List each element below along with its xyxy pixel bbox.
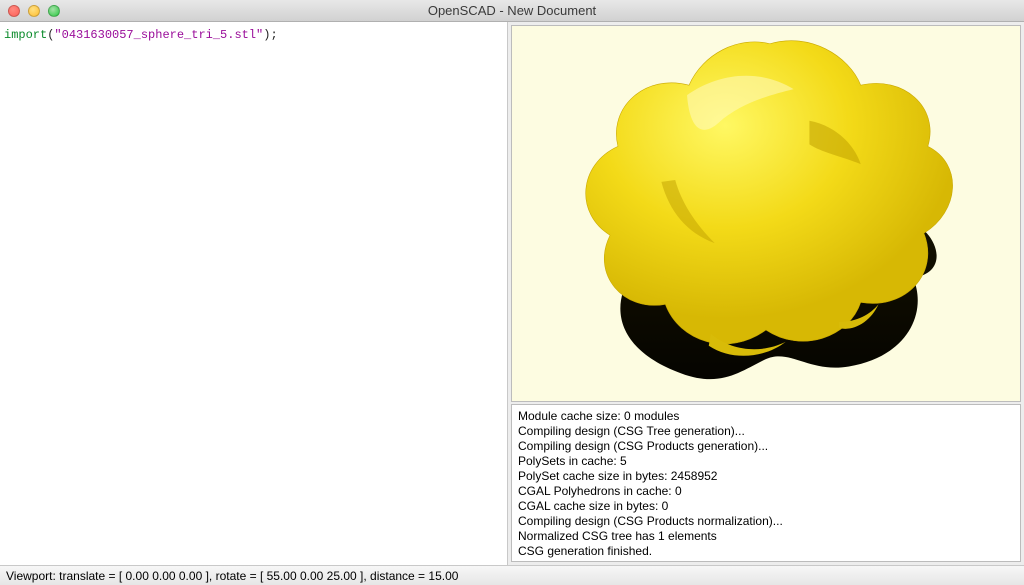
console-line: CGAL cache size in bytes: 0	[518, 499, 1014, 514]
code-string: "0431630057_sphere_tri_5.stl"	[54, 28, 263, 42]
close-icon[interactable]	[8, 5, 20, 17]
console-line: Module cache size: 0 modules	[518, 409, 1014, 424]
console-line: Compiling design (CSG Products normaliza…	[518, 514, 1014, 529]
window-controls	[0, 5, 60, 17]
minimize-icon[interactable]	[28, 5, 40, 17]
statusbar: Viewport: translate = [ 0.00 0.00 0.00 ]…	[0, 565, 1024, 585]
console-line: PolySets in cache: 5	[518, 454, 1014, 469]
console-line: Normalized CSG tree has 1 elements	[518, 529, 1014, 544]
code-editor[interactable]: import("0431630057_sphere_tri_5.stl");	[0, 22, 508, 565]
right-pane: Module cache size: 0 modules Compiling d…	[508, 22, 1024, 565]
console-line: CSG generation finished.	[518, 544, 1014, 559]
code-close: );	[263, 28, 277, 42]
titlebar: OpenSCAD - New Document	[0, 0, 1024, 22]
viewport-status-text: Viewport: translate = [ 0.00 0.00 0.00 ]…	[6, 569, 458, 583]
console-line: PolySet cache size in bytes: 2458952	[518, 469, 1014, 484]
rendered-model-icon	[512, 26, 1020, 401]
console-output[interactable]: Module cache size: 0 modules Compiling d…	[511, 404, 1021, 562]
code-keyword: import	[4, 28, 47, 42]
console-line: Total rendering time: 0 hours, 0 minutes…	[518, 559, 1014, 562]
main-split: import("0431630057_sphere_tri_5.stl");	[0, 22, 1024, 565]
zoom-icon[interactable]	[48, 5, 60, 17]
console-line: CGAL Polyhedrons in cache: 0	[518, 484, 1014, 499]
console-line: Compiling design (CSG Products generatio…	[518, 439, 1014, 454]
pane-splitter[interactable]	[504, 280, 509, 320]
window-title: OpenSCAD - New Document	[0, 3, 1024, 18]
console-line: Compiling design (CSG Tree generation)..…	[518, 424, 1014, 439]
3d-viewport[interactable]	[511, 25, 1021, 402]
